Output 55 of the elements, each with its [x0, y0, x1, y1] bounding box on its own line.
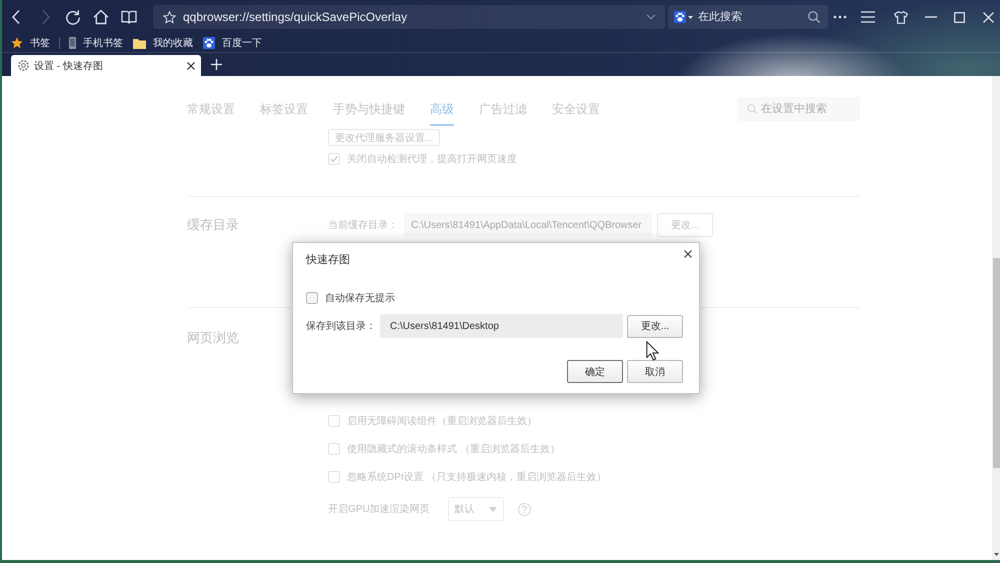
- checkbox[interactable]: [328, 153, 340, 165]
- browser-tab[interactable]: 设置 - 快速存图: [11, 55, 201, 76]
- address-field[interactable]: qqbrowser://settings/quickSavePicOverlay: [153, 5, 665, 29]
- settings-search-field[interactable]: 在设置中搜索: [761, 103, 854, 115]
- section-title: 缓存目录: [187, 217, 239, 232]
- checkbox-label: 自动保存无提示: [325, 292, 395, 304]
- checkbox-label: 关闭自动检测代理，提高打开网页速度: [347, 152, 517, 166]
- star-icon[interactable]: [163, 10, 176, 24]
- checkbox-label: 使用隐藏式的滚动条样式 （重启浏览器后生效）: [347, 442, 560, 456]
- search-box[interactable]: 在此搜索: [668, 5, 828, 29]
- caret-icon[interactable]: [688, 16, 693, 18]
- maximize-icon[interactable]: [954, 12, 965, 22]
- scrollbar-thumb[interactable]: [992, 258, 1000, 468]
- checkbox[interactable]: [328, 415, 340, 427]
- bookmark-link[interactable]: 书签: [11, 36, 50, 50]
- checkbox[interactable]: [306, 292, 318, 304]
- section-title: 网页浏览: [187, 330, 239, 345]
- down-arrow-icon[interactable]: [994, 553, 998, 556]
- more-icon[interactable]: [833, 15, 847, 19]
- paw-icon[interactable]: [674, 11, 686, 23]
- path-label: 保存到该目录：: [306, 320, 376, 333]
- checkbox-label: 忽略系统DPI设置 （只支持极速内核，重启浏览器后生效）: [347, 470, 606, 484]
- search-icon[interactable]: [808, 11, 820, 23]
- plus-icon[interactable]: [211, 59, 222, 70]
- bookmark-link[interactable]: 手机书签: [69, 36, 123, 50]
- option-label: 开启GPU加速渲染网页: [328, 502, 430, 516]
- checkbox[interactable]: [328, 471, 340, 483]
- bookmark-link[interactable]: 我的收藏: [133, 36, 193, 50]
- folder-icon: [133, 38, 146, 48]
- gear-icon: [18, 60, 29, 71]
- paw-icon: [203, 37, 215, 49]
- home-icon[interactable]: [93, 9, 109, 25]
- bookmark-link[interactable]: 百度一下: [203, 36, 262, 50]
- path-field[interactable]: C:\Users\81491\Desktop: [380, 314, 623, 338]
- mouse-pointer-icon: [646, 341, 659, 361]
- cancel-button[interactable]: 取消: [627, 360, 683, 383]
- minimize-icon[interactable]: [925, 16, 937, 18]
- star-icon: [11, 37, 23, 49]
- close-icon[interactable]: [187, 62, 195, 70]
- change-button[interactable]: 更改...: [627, 314, 683, 338]
- chevron-down-icon[interactable]: [646, 14, 656, 20]
- close-icon[interactable]: [684, 250, 692, 258]
- dialog-title: 快速存图: [306, 253, 350, 268]
- shirt-icon[interactable]: [894, 10, 908, 24]
- settings-search-box[interactable]: 在设置中搜索: [737, 97, 860, 121]
- checkbox[interactable]: [328, 443, 340, 455]
- reload-icon[interactable]: [65, 9, 81, 25]
- menu-icon[interactable]: [861, 11, 875, 23]
- book-icon[interactable]: [121, 9, 137, 25]
- confirm-button[interactable]: 确定: [567, 360, 623, 383]
- search-icon: [747, 104, 757, 114]
- phone-icon: [69, 37, 76, 49]
- checkbox-label: 启用无障碍阅读组件（重启浏览器后生效）: [347, 414, 537, 428]
- path-label: 当前缓存目录：: [328, 218, 398, 232]
- search-field[interactable]: 在此搜索: [698, 11, 808, 23]
